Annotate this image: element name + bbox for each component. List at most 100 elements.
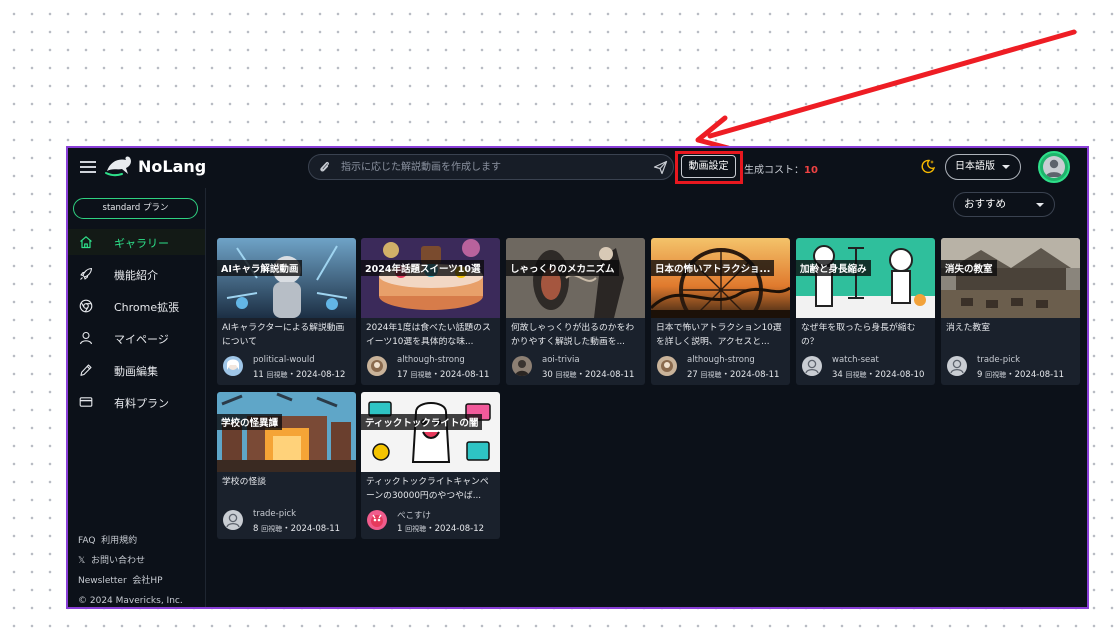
x-link-icon[interactable]: 𝕏 (78, 556, 85, 566)
menu-icon[interactable] (80, 159, 96, 175)
view-unit: 回視聴 (261, 525, 283, 533)
thumbnail-title: しゃっくりのメカニズム (506, 260, 619, 276)
video-meta: 27 回視聴・2024-08-11 (687, 368, 779, 380)
video-settings-button[interactable]: 動画設定 (681, 155, 736, 178)
view-count: 11 (253, 370, 264, 380)
send-icon[interactable] (653, 160, 668, 175)
account-avatar[interactable] (1038, 151, 1070, 183)
sidebar-item-label: 動画編集 (114, 365, 158, 378)
rocket-icon (80, 267, 93, 280)
upload-date: 2024-08-11 (440, 370, 490, 380)
upload-date: 2024-08-10 (875, 370, 925, 380)
author-name: although-strong (397, 355, 465, 365)
video-title: 2024年1度は食べたい話題のスイーツ10選を具体的な味... (366, 323, 491, 347)
language-select[interactable]: 日本語版 (945, 154, 1021, 180)
video-meta: 9 回視聴・2024-08-11 (977, 368, 1064, 380)
thumbnail-title: 学校の怪異譚 (217, 414, 283, 430)
chevron-down-icon (1002, 165, 1010, 169)
sidebar-item-label: マイページ (114, 333, 169, 346)
video-title: AIキャラクターによる解説動画について (222, 323, 345, 347)
video-card[interactable]: 学校の怪異譚 学校の怪談 trade-pick 8 回視聴・2024-08-11 (217, 392, 356, 539)
author-name: trade-pick (253, 509, 297, 519)
video-thumbnail: AIキャラ解説動画 (217, 238, 356, 318)
view-count: 9 (977, 370, 983, 380)
view-unit: 回視聴 (700, 371, 722, 379)
video-meta: 1 回視聴・2024-08-12 (397, 522, 484, 534)
thumbnail-title: AIキャラ解説動画 (217, 260, 303, 276)
pencil-icon (80, 364, 92, 376)
sort-value: おすすめ (964, 198, 1006, 210)
thumbnail-title: 日本の怖いアトラクショ... (651, 260, 775, 276)
separator: ・ (866, 370, 876, 380)
home-icon (80, 236, 92, 249)
video-thumbnail: 消失の教室 (941, 238, 1080, 318)
sidebar-item-features[interactable]: 機能紹介 (68, 261, 205, 287)
video-title: 何故しゃっくりが出るのかをわかりやすく解説した動画を... (511, 323, 635, 347)
video-thumbnail: ティックトックライトの闇 (361, 392, 500, 472)
prompt-input[interactable] (341, 158, 641, 176)
view-count: 1 (397, 524, 403, 534)
faq-link[interactable]: FAQ (78, 536, 95, 546)
video-card[interactable]: 加齢と身長縮み なぜ年を取ったら身長が縮むの？ watch-seat 34 回視… (796, 238, 935, 385)
sidebar-item-chrome-extension[interactable]: Chrome拡張 (68, 293, 205, 319)
video-card[interactable]: AIキャラ解説動画 AIキャラクターによる解説動画について political-… (217, 238, 356, 385)
author-name: although-strong (687, 355, 755, 365)
video-title: なぜ年を取ったら身長が縮むの？ (801, 323, 916, 347)
view-unit: 回視聴 (845, 371, 867, 379)
brand-name: NoLang (138, 157, 207, 176)
sidebar-item-gallery[interactable]: ギャラリー (68, 229, 205, 255)
separator: ・ (431, 370, 441, 380)
sidebar-item-video-edit[interactable]: 動画編集 (68, 357, 205, 383)
company-link[interactable]: 会社HP (132, 576, 162, 586)
video-thumbnail: 学校の怪異譚 (217, 392, 356, 472)
chrome-icon (79, 299, 93, 313)
upload-date: 2024-08-11 (290, 524, 341, 534)
video-card[interactable]: 2024年話題スイーツ10選 2024年1度は食べたい話題のスイーツ10選を具体… (361, 238, 500, 385)
video-thumbnail: しゃっくりのメカニズム (506, 238, 645, 318)
cost-label: 生成コスト： (744, 165, 804, 176)
author-avatar (947, 356, 967, 376)
author-avatar (223, 356, 243, 376)
sort-select[interactable]: おすすめ (953, 192, 1055, 217)
video-meta: 8 回視聴・2024-08-11 (253, 522, 340, 534)
paperclip-icon[interactable] (318, 160, 332, 174)
separator: ・ (721, 370, 731, 380)
video-card[interactable]: 日本の怖いアトラクショ... 日本で怖いアトラクション10選を詳しく説明、アクセ… (651, 238, 790, 385)
sidebar-item-mypage[interactable]: マイページ (68, 325, 205, 351)
author-name: trade-pick (977, 355, 1021, 365)
separator: ・ (287, 370, 297, 380)
video-thumbnail: 日本の怖いアトラクショ... (651, 238, 790, 318)
separator: ・ (282, 524, 291, 534)
author-name: watch-seat (832, 355, 879, 365)
video-card[interactable]: ティックトックライトの闇 ティックトックライトキャンペーンの30000円のやつや… (361, 392, 500, 539)
plan-button[interactable]: standard プラン (73, 198, 198, 219)
view-count: 8 (253, 524, 259, 534)
newsletter-link[interactable]: Newsletter (78, 576, 127, 586)
video-card[interactable]: しゃっくりのメカニズム 何故しゃっくりが出るのかをわかりやすく解説した動画を..… (506, 238, 645, 385)
chevron-down-icon (1036, 203, 1044, 207)
view-count: 34 (832, 370, 843, 380)
dark-mode-toggle-icon[interactable] (920, 158, 936, 174)
terms-link[interactable]: 利用規約 (101, 536, 137, 546)
author-avatar (367, 356, 387, 376)
view-unit: 回視聴 (555, 371, 577, 379)
view-unit: 回視聴 (985, 371, 1007, 379)
author-name: ぺこすけ (397, 511, 431, 521)
sidebar-footer: FAQ 利用規約 𝕏 お問い合わせ Newsletter 会社HP © 2024… (78, 531, 183, 607)
view-count: 30 (542, 370, 553, 380)
video-meta: 30 回視聴・2024-08-11 (542, 368, 634, 380)
contact-link[interactable]: お問い合わせ (91, 556, 145, 566)
view-unit: 回視聴 (266, 371, 288, 379)
sidebar-item-label: ギャラリー (114, 237, 169, 250)
author-avatar (223, 510, 243, 530)
separator: ・ (576, 370, 586, 380)
prompt-search-bar (308, 154, 674, 180)
video-card[interactable]: 消失の教室 消えた教室 trade-pick 9 回視聴・2024-08-11 (941, 238, 1080, 385)
user-icon (79, 331, 93, 345)
cost-value: 10 (804, 165, 818, 176)
separator: ・ (1006, 370, 1015, 380)
thumbnail-title: 2024年話題スイーツ10選 (361, 260, 485, 276)
view-unit: 回視聴 (410, 371, 432, 379)
generation-cost: 生成コスト：10 (744, 161, 818, 176)
sidebar-item-paid-plan[interactable]: 有料プラン (68, 389, 205, 415)
